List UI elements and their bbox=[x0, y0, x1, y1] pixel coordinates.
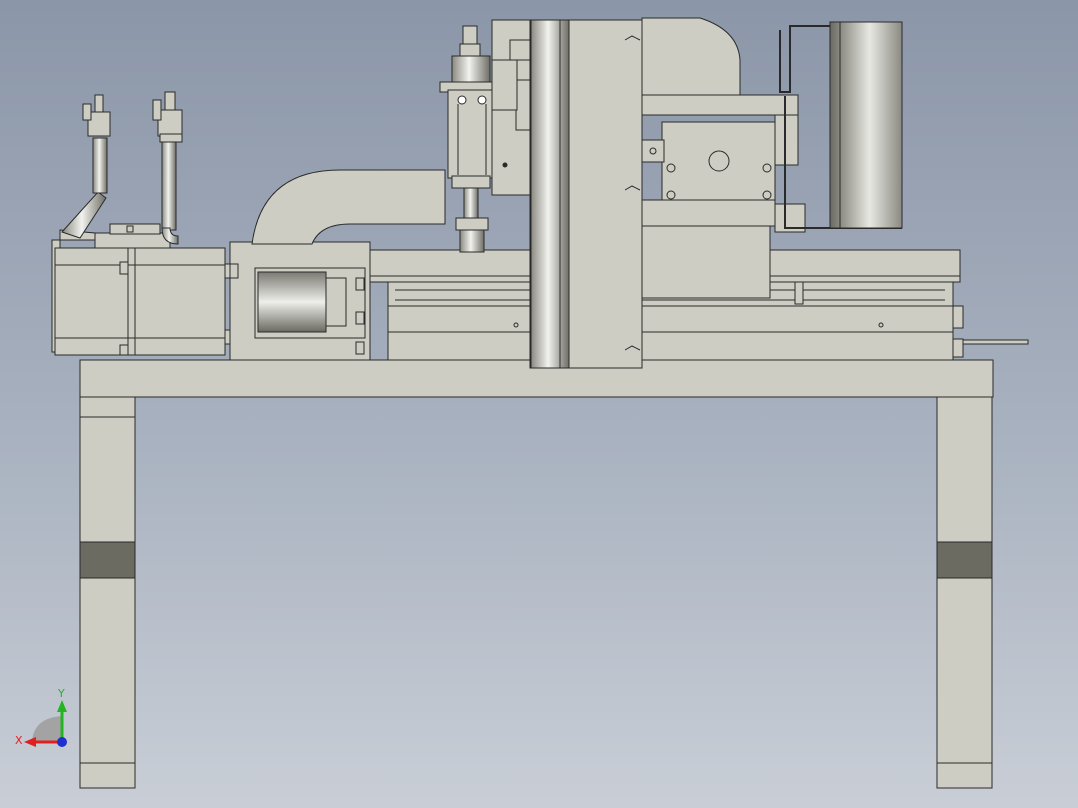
z-axis-dot bbox=[57, 737, 67, 747]
carriage-base bbox=[229, 241, 371, 361]
triad-plane bbox=[32, 716, 62, 741]
cad-viewport[interactable]: X Y bbox=[0, 0, 1078, 808]
dispense-cylinder bbox=[439, 25, 499, 253]
drive-motor bbox=[257, 271, 327, 333]
machine-drawing bbox=[51, 17, 1029, 789]
rail-end-rod bbox=[962, 339, 1029, 345]
elbow-duct bbox=[251, 169, 446, 245]
cylinder-bracket bbox=[491, 19, 537, 196]
vertical-column bbox=[529, 19, 643, 369]
right-leg bbox=[936, 396, 993, 789]
servo-motor bbox=[51, 223, 234, 356]
right-leg-band bbox=[936, 541, 993, 579]
x-axis-label: X bbox=[15, 734, 23, 747]
left-leg-band bbox=[79, 541, 136, 579]
left-leg bbox=[79, 396, 136, 789]
motor-cables bbox=[61, 91, 183, 245]
stand-frame bbox=[79, 359, 994, 789]
y-axis-label: Y bbox=[58, 687, 65, 700]
coordinate-triad bbox=[24, 700, 67, 747]
